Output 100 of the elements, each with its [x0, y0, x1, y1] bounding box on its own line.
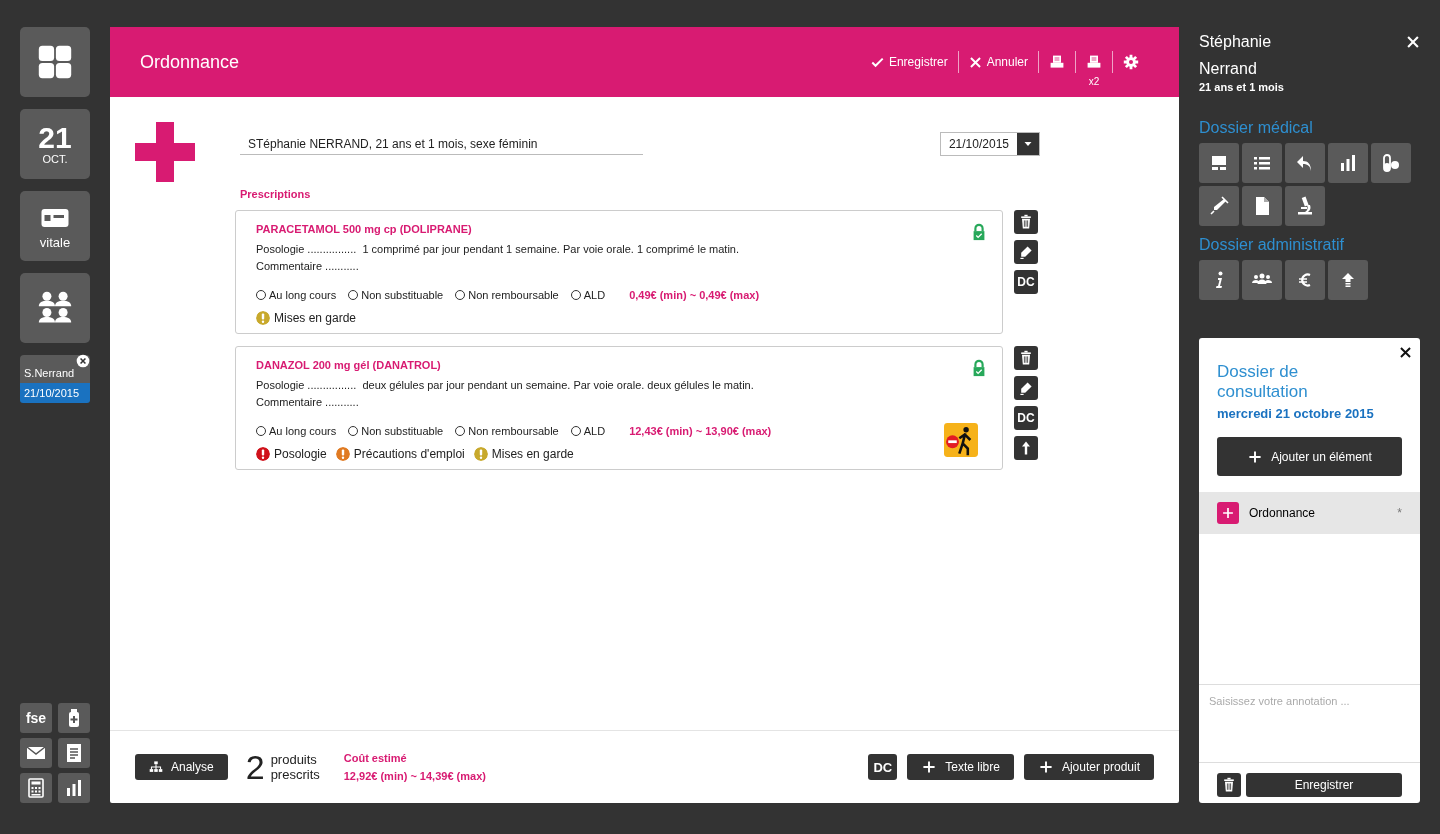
- option-radio[interactable]: Au long cours: [256, 425, 337, 437]
- bar-chart-icon: [64, 778, 84, 798]
- tool-button[interactable]: [58, 703, 90, 733]
- admin-button[interactable]: [1328, 260, 1368, 300]
- patient-age: 21 ans et 1 mois: [1199, 81, 1284, 93]
- edit-button[interactable]: [1014, 240, 1038, 264]
- tool-button[interactable]: [58, 773, 90, 803]
- record-button[interactable]: [1199, 143, 1239, 183]
- count-label: prescrits: [270, 767, 320, 782]
- dc-button[interactable]: DC: [868, 754, 898, 780]
- plus-icon: [1037, 759, 1054, 775]
- cost-label: Coût estimé: [343, 752, 408, 764]
- warning-icon: [473, 447, 488, 461]
- date-tile[interactable]: 21 OCT.: [20, 109, 90, 179]
- price-range: 12,43€ (min) ~ 13,90€ (max): [629, 425, 772, 437]
- copies-label: x2: [1088, 76, 1100, 87]
- option-radio[interactable]: Non substituable: [348, 425, 444, 437]
- eraser-icon: [1018, 244, 1034, 260]
- warning-tag[interactable]: Mises en garde: [473, 447, 574, 461]
- plus-icon: [1221, 506, 1235, 520]
- fse-button[interactable]: fse: [20, 703, 52, 733]
- dc-button[interactable]: DC: [1014, 406, 1038, 430]
- posology-text: Posologie ................ deux gélules par jour pendant un semaine. Par voie orale. deux gélules le matin.: [256, 378, 755, 393]
- close-icon: [968, 55, 982, 69]
- date-dropdown[interactable]: 21/10/2015: [939, 132, 1040, 156]
- warning-tag[interactable]: Précautions d'emploi: [335, 447, 465, 461]
- record-button[interactable]: [1242, 186, 1282, 226]
- check-icon: [870, 55, 884, 69]
- dc-button[interactable]: DC: [1014, 270, 1038, 294]
- record-button[interactable]: [1285, 186, 1325, 226]
- grid-icon: [37, 44, 73, 80]
- printer-icon: [1086, 54, 1102, 70]
- analyse-button[interactable]: Analyse: [135, 754, 228, 780]
- option-radio[interactable]: Non substituable: [348, 289, 444, 301]
- patient-tab[interactable]: S.Nerrand 21/10/2015: [20, 355, 90, 403]
- trash-icon: [1018, 350, 1034, 366]
- plus-icon: [135, 122, 195, 182]
- record-button[interactable]: [1199, 186, 1239, 226]
- trash-button[interactable]: [1014, 210, 1038, 234]
- dashboard-tile[interactable]: [20, 27, 90, 97]
- tool-button[interactable]: [58, 738, 90, 768]
- hierarchy-icon: [149, 760, 163, 774]
- admin-button[interactable]: [1285, 260, 1325, 300]
- microscope-icon: [1295, 196, 1315, 216]
- admin-button[interactable]: [1199, 260, 1239, 300]
- plus-icon: [921, 759, 938, 775]
- trash-button[interactable]: [1217, 773, 1241, 797]
- add-button[interactable]: Ajouter produit: [1023, 754, 1154, 780]
- section-title: Dossier administratif: [1199, 236, 1345, 254]
- record-button[interactable]: [1285, 143, 1325, 183]
- cost-range: 12,92€ (min) ~ 14,39€ (max): [343, 770, 486, 782]
- trash-button[interactable]: [1014, 346, 1038, 370]
- document-icon: [64, 743, 84, 763]
- settings-icon: [1123, 54, 1139, 70]
- save-button[interactable]: Enregistrer: [860, 51, 958, 73]
- warning-tag[interactable]: Posologie: [256, 447, 327, 461]
- tool-button[interactable]: [20, 773, 52, 803]
- plus-icon: [1247, 448, 1264, 465]
- add-button[interactable]: Texte libre: [907, 754, 1014, 780]
- bar-chart-icon: [1338, 153, 1358, 173]
- record-button[interactable]: [1328, 143, 1368, 183]
- patient-last-name: Nerrand: [1199, 59, 1258, 79]
- save-button[interactable]: Enregistrer: [1246, 773, 1402, 797]
- warning-icon: [335, 447, 350, 461]
- page-title: Ordonnance: [140, 51, 241, 73]
- section-title: Dossier médical: [1199, 119, 1314, 137]
- panel-title: Dossier de consultation: [1217, 362, 1309, 402]
- edit-button[interactable]: [1014, 376, 1038, 400]
- patients-tile[interactable]: [20, 273, 90, 343]
- patient-tab-date: 21/10/2015: [20, 383, 90, 403]
- add-element-button[interactable]: Ajouter un élément: [1217, 437, 1402, 476]
- option-radio[interactable]: Non remboursable: [455, 289, 559, 301]
- warning-icon: [256, 311, 270, 325]
- pills-icon: [1381, 153, 1401, 173]
- posology-text: Posologie ................ 1 comprimé par jour pendant 1 semaine. Par voie orale. 1 comprimé le matin.: [256, 242, 741, 257]
- record-button[interactable]: [1242, 143, 1282, 183]
- admin-button[interactable]: [1242, 260, 1282, 300]
- patient-first-name: Stéphanie: [1199, 32, 1273, 52]
- drug-name: DANAZOL 200 mg gél (DANATROL): [256, 359, 442, 371]
- comment-label: Commentaire ...........: [256, 259, 360, 274]
- option-radio[interactable]: Non remboursable: [455, 425, 559, 437]
- close-icon: [1406, 35, 1420, 49]
- close-button[interactable]: [1399, 346, 1412, 359]
- cancel-button[interactable]: Annuler: [957, 51, 1038, 73]
- patient-tab-name: S.Nerrand: [20, 355, 90, 383]
- section-title: Prescriptions: [240, 188, 312, 200]
- tool-button[interactable]: [20, 738, 52, 768]
- up-button[interactable]: [1014, 436, 1038, 460]
- vitale-card-tile[interactable]: vitale: [20, 191, 90, 261]
- option-radio[interactable]: Au long cours: [256, 289, 337, 301]
- consultation-item[interactable]: Ordonnance *: [1199, 492, 1420, 534]
- product-count: 2: [245, 750, 265, 784]
- close-icon: [1399, 346, 1412, 359]
- warning-tag[interactable]: Mises en garde: [256, 311, 357, 325]
- vitale-label: vitale: [39, 234, 71, 250]
- option-radio[interactable]: ALD: [570, 289, 606, 301]
- count-label: produits: [270, 752, 318, 767]
- option-radio[interactable]: ALD: [570, 425, 606, 437]
- no-entry-walker-icon: [944, 423, 978, 457]
- record-button[interactable]: [1371, 143, 1411, 183]
